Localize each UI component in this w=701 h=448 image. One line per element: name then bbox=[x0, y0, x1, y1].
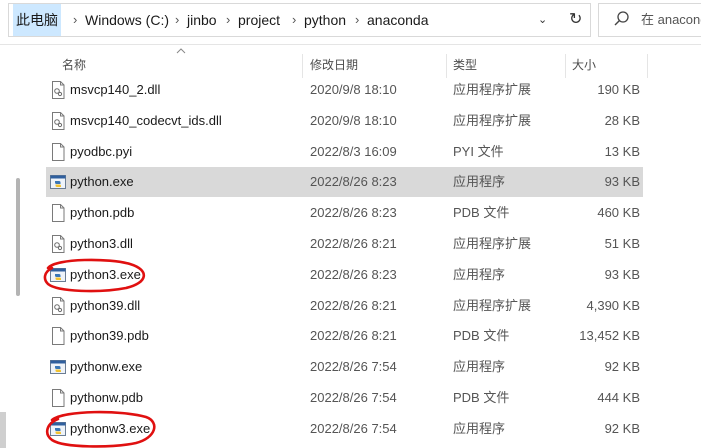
file-size: 92 KB bbox=[604, 359, 640, 374]
file-name[interactable]: pyodbc.pyi bbox=[70, 137, 132, 167]
file-date-modified: 2022/8/26 8:23 bbox=[310, 205, 397, 220]
file-type: 应用程序扩展 bbox=[453, 82, 532, 97]
file-row[interactable]: pythonw3.exe 2022/8/26 7:54 应用程序 92 KB bbox=[46, 414, 643, 444]
file-row[interactable]: python39.dll 2022/8/26 8:21 应用程序扩展 4,390 KB bbox=[46, 291, 643, 321]
dll-icon bbox=[52, 81, 65, 99]
file-type: 应用程序扩展 bbox=[453, 298, 532, 313]
breadcrumb-this-pc[interactable]: 此电脑 bbox=[13, 4, 61, 36]
file-type: 应用程序 bbox=[453, 359, 506, 374]
file-type: 应用程序 bbox=[453, 267, 506, 282]
column-divider[interactable] bbox=[647, 54, 648, 78]
file-name[interactable]: msvcp140_2.dll bbox=[70, 75, 160, 105]
file-size: 4,390 KB bbox=[586, 298, 641, 313]
file-date-modified: 2022/8/26 8:21 bbox=[310, 298, 397, 313]
file-size: 51 KB bbox=[604, 236, 640, 251]
file-name[interactable]: python3.exe bbox=[70, 260, 141, 290]
file-type: PDB 文件 bbox=[453, 328, 510, 343]
file-row[interactable]: python3.exe 2022/8/26 8:23 应用程序 93 KB bbox=[46, 260, 643, 290]
file-name[interactable]: python.exe bbox=[70, 167, 134, 197]
breadcrumb-drive-c[interactable]: Windows (C:) bbox=[85, 4, 169, 36]
breadcrumb-separator-icon[interactable]: › bbox=[292, 4, 296, 36]
file-size: 28 KB bbox=[604, 113, 640, 128]
file-row[interactable]: pythonw.exe 2022/8/26 7:54 应用程序 92 KB bbox=[46, 352, 643, 382]
file-date-modified: 2022/8/26 8:21 bbox=[310, 236, 397, 251]
file-type: PYI 文件 bbox=[453, 144, 504, 159]
file-icon bbox=[52, 389, 65, 407]
search-placeholder: 在 anaconda bbox=[641, 12, 701, 27]
file-date-modified: 2022/8/3 16:09 bbox=[310, 144, 397, 159]
python-exe-icon bbox=[50, 268, 66, 282]
pythonw-exe-icon bbox=[50, 360, 66, 374]
pythonw-exe-icon bbox=[50, 422, 66, 436]
dll-icon bbox=[52, 235, 65, 253]
address-bar[interactable]: 此电脑 › Windows (C:) › jinbo › project › p… bbox=[8, 3, 591, 37]
file-size: 444 KB bbox=[597, 390, 640, 405]
file-date-modified: 2020/9/8 18:10 bbox=[310, 113, 397, 128]
breadcrumb-anaconda[interactable]: anaconda bbox=[367, 4, 429, 36]
breadcrumb-separator-icon[interactable]: › bbox=[226, 4, 230, 36]
dll-icon bbox=[52, 297, 65, 315]
file-row[interactable]: python39.pdb 2022/8/26 8:21 PDB 文件 13,452 K… bbox=[46, 321, 643, 351]
file-icon bbox=[52, 327, 65, 345]
file-type: 应用程序扩展 bbox=[453, 236, 532, 251]
file-date-modified: 2020/9/8 18:10 bbox=[310, 82, 397, 97]
toolbar: 此电脑 › Windows (C:) › jinbo › project › p… bbox=[0, 0, 701, 45]
breadcrumb-separator-icon[interactable]: › bbox=[175, 4, 179, 36]
file-date-modified: 2022/8/26 7:54 bbox=[310, 390, 397, 405]
file-size: 190 KB bbox=[597, 82, 640, 97]
file-icon bbox=[52, 204, 65, 222]
file-type: PDB 文件 bbox=[453, 390, 510, 405]
file-row[interactable]: pythonw.pdb 2022/8/26 7:54 PDB 文件 444 KB bbox=[46, 383, 643, 413]
breadcrumb-jinbo[interactable]: jinbo bbox=[187, 4, 217, 36]
python-exe-icon bbox=[50, 175, 66, 189]
file-size: 93 KB bbox=[604, 267, 640, 282]
nav-pane-scrollbar[interactable] bbox=[16, 178, 20, 296]
file-row[interactable]: msvcp140_codecvt_ids.dll 2020/9/8 18:10 应用… bbox=[46, 106, 643, 136]
file-icon bbox=[52, 143, 65, 161]
file-size: 13,452 KB bbox=[579, 328, 640, 343]
file-name[interactable]: python.pdb bbox=[70, 198, 134, 228]
address-history-dropdown-icon[interactable]: ⌄ bbox=[538, 4, 547, 36]
sort-ascending-icon bbox=[176, 48, 186, 54]
file-size: 460 KB bbox=[597, 205, 640, 220]
breadcrumb-project[interactable]: project bbox=[238, 4, 280, 36]
file-date-modified: 2022/8/26 8:23 bbox=[310, 267, 397, 282]
file-name[interactable]: python39.dll bbox=[70, 291, 140, 321]
file-date-modified: 2022/8/26 8:23 bbox=[310, 174, 397, 189]
file-name[interactable]: msvcp140_codecvt_ids.dll bbox=[70, 106, 222, 136]
file-row[interactable]: python3.dll 2022/8/26 8:21 应用程序扩展 51 KB bbox=[46, 229, 643, 259]
search-icon bbox=[614, 11, 629, 26]
file-type: 应用程序 bbox=[453, 174, 506, 189]
file-date-modified: 2022/8/26 7:54 bbox=[310, 359, 397, 374]
file-name[interactable]: pythonw.pdb bbox=[70, 383, 143, 413]
file-size: 93 KB bbox=[604, 174, 640, 189]
breadcrumb-python[interactable]: python bbox=[304, 4, 346, 36]
breadcrumb-separator-icon[interactable]: › bbox=[355, 4, 359, 36]
file-size: 92 KB bbox=[604, 421, 640, 436]
file-row[interactable]: python.exe 2022/8/26 8:23 应用程序 93 KB bbox=[46, 167, 643, 197]
file-row[interactable]: python.pdb 2022/8/26 8:23 PDB 文件 460 KB bbox=[46, 198, 643, 228]
file-date-modified: 2022/8/26 7:54 bbox=[310, 421, 397, 436]
file-size: 13 KB bbox=[604, 144, 640, 159]
file-date-modified: 2022/8/26 8:21 bbox=[310, 328, 397, 343]
file-name[interactable]: pythonw.exe bbox=[70, 352, 142, 382]
file-row[interactable]: msvcp140_2.dll 2020/9/8 18:10 应用程序扩展 190 KB bbox=[46, 75, 643, 105]
file-row[interactable]: pyodbc.pyi 2022/8/3 16:09 PYI 文件 13 KB bbox=[46, 137, 643, 167]
breadcrumb-separator-icon[interactable]: › bbox=[73, 4, 77, 36]
file-name[interactable]: pythonw3.exe bbox=[70, 414, 150, 444]
nav-pane-edge bbox=[0, 412, 6, 448]
search-box[interactable]: 在 anaconda bbox=[598, 3, 701, 37]
dll-icon bbox=[52, 112, 65, 130]
file-name[interactable]: python39.pdb bbox=[70, 321, 149, 351]
refresh-icon[interactable]: ↻ bbox=[569, 4, 582, 36]
file-type: 应用程序 bbox=[453, 421, 506, 436]
file-type: 应用程序扩展 bbox=[453, 113, 532, 128]
file-name[interactable]: python3.dll bbox=[70, 229, 133, 259]
file-type: PDB 文件 bbox=[453, 205, 510, 220]
